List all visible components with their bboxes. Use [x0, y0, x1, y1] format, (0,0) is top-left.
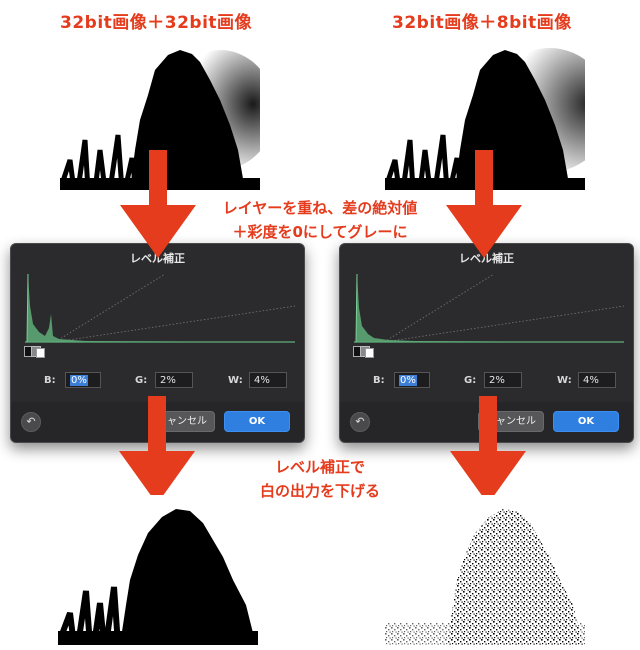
arrow-top-left	[120, 150, 196, 258]
white-point-slider[interactable]	[365, 348, 374, 358]
w-label: W:	[557, 375, 572, 386]
white-point-slider[interactable]	[36, 348, 45, 358]
heading-right: 32bit画像＋8bit画像	[392, 13, 572, 33]
g-label: G:	[135, 375, 148, 386]
note-middle-line2: ＋彩度を0にしてグレーに	[232, 223, 408, 241]
heading-left: 32bit画像＋32bit画像	[60, 13, 253, 33]
b-value: 0%	[399, 375, 417, 386]
image-bottom-right	[385, 495, 585, 645]
b-field[interactable]: 0%	[394, 372, 430, 388]
b-label: B:	[44, 375, 56, 386]
histogram	[354, 273, 624, 343]
undo-button[interactable]: ↶	[350, 412, 370, 432]
ok-button[interactable]: OK	[553, 411, 619, 432]
b-field[interactable]: 0%	[65, 372, 101, 388]
image-bottom-left	[58, 495, 258, 645]
g-value: 2%	[489, 375, 505, 386]
g-field[interactable]: 2%	[484, 372, 522, 388]
undo-icon: ↶	[355, 415, 365, 428]
w-field[interactable]: 4%	[249, 372, 287, 388]
note-middle-line1: レイヤーを重ね、差の絶対値	[222, 199, 418, 217]
g-field[interactable]: 2%	[155, 372, 193, 388]
arrow-top-right	[446, 150, 522, 258]
g-label: G:	[464, 375, 477, 386]
arrow-bottom-right	[450, 396, 526, 504]
undo-icon: ↶	[26, 415, 36, 428]
note-bottom-line1: レベル補正で	[274, 458, 365, 476]
w-value: 4%	[583, 375, 599, 386]
b-label: B:	[373, 375, 385, 386]
w-label: W:	[228, 375, 243, 386]
undo-button[interactable]: ↶	[21, 412, 41, 432]
histogram	[25, 273, 295, 343]
w-field[interactable]: 4%	[578, 372, 616, 388]
b-value: 0%	[70, 375, 88, 386]
w-value: 4%	[254, 375, 270, 386]
note-middle: レイヤーを重ね、差の絶対値 ＋彩度を0にしてグレーに	[180, 196, 460, 244]
g-value: 2%	[160, 375, 176, 386]
arrow-bottom-left	[119, 396, 195, 504]
ok-button[interactable]: OK	[224, 411, 290, 432]
